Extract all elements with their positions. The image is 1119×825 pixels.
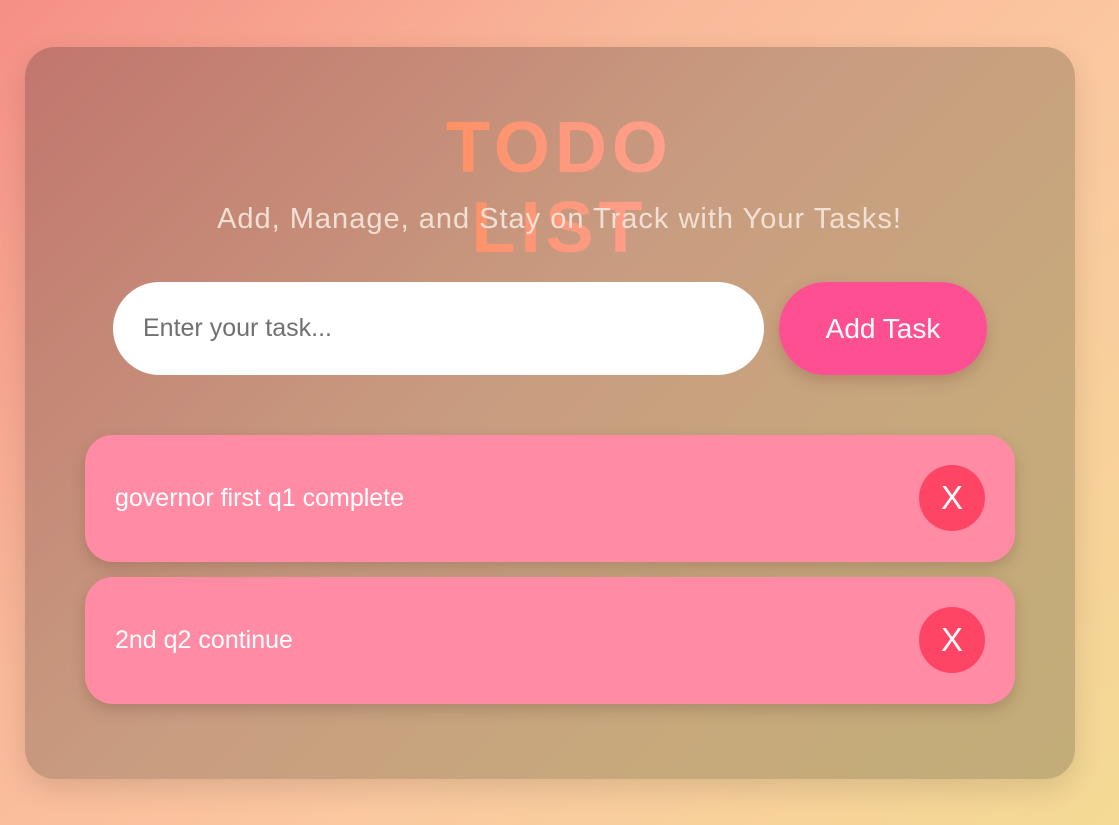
- task-text: governor first q1 complete: [115, 484, 405, 512]
- task-item: governor first q1 complete X: [85, 435, 1015, 562]
- page-subtitle: Add, Manage, and Stay on Track with Your…: [217, 203, 902, 235]
- task-input[interactable]: [113, 282, 764, 375]
- task-item: 2nd q2 continue X: [85, 577, 1015, 704]
- task-text: 2nd q2 continue: [115, 626, 293, 654]
- delete-task-button[interactable]: X: [919, 607, 985, 673]
- page-title: TODO LIST: [350, 108, 770, 268]
- delete-task-button[interactable]: X: [919, 465, 985, 531]
- task-list: governor first q1 complete X 2nd q2 cont…: [85, 435, 1015, 719]
- add-task-button[interactable]: Add Task: [779, 282, 987, 375]
